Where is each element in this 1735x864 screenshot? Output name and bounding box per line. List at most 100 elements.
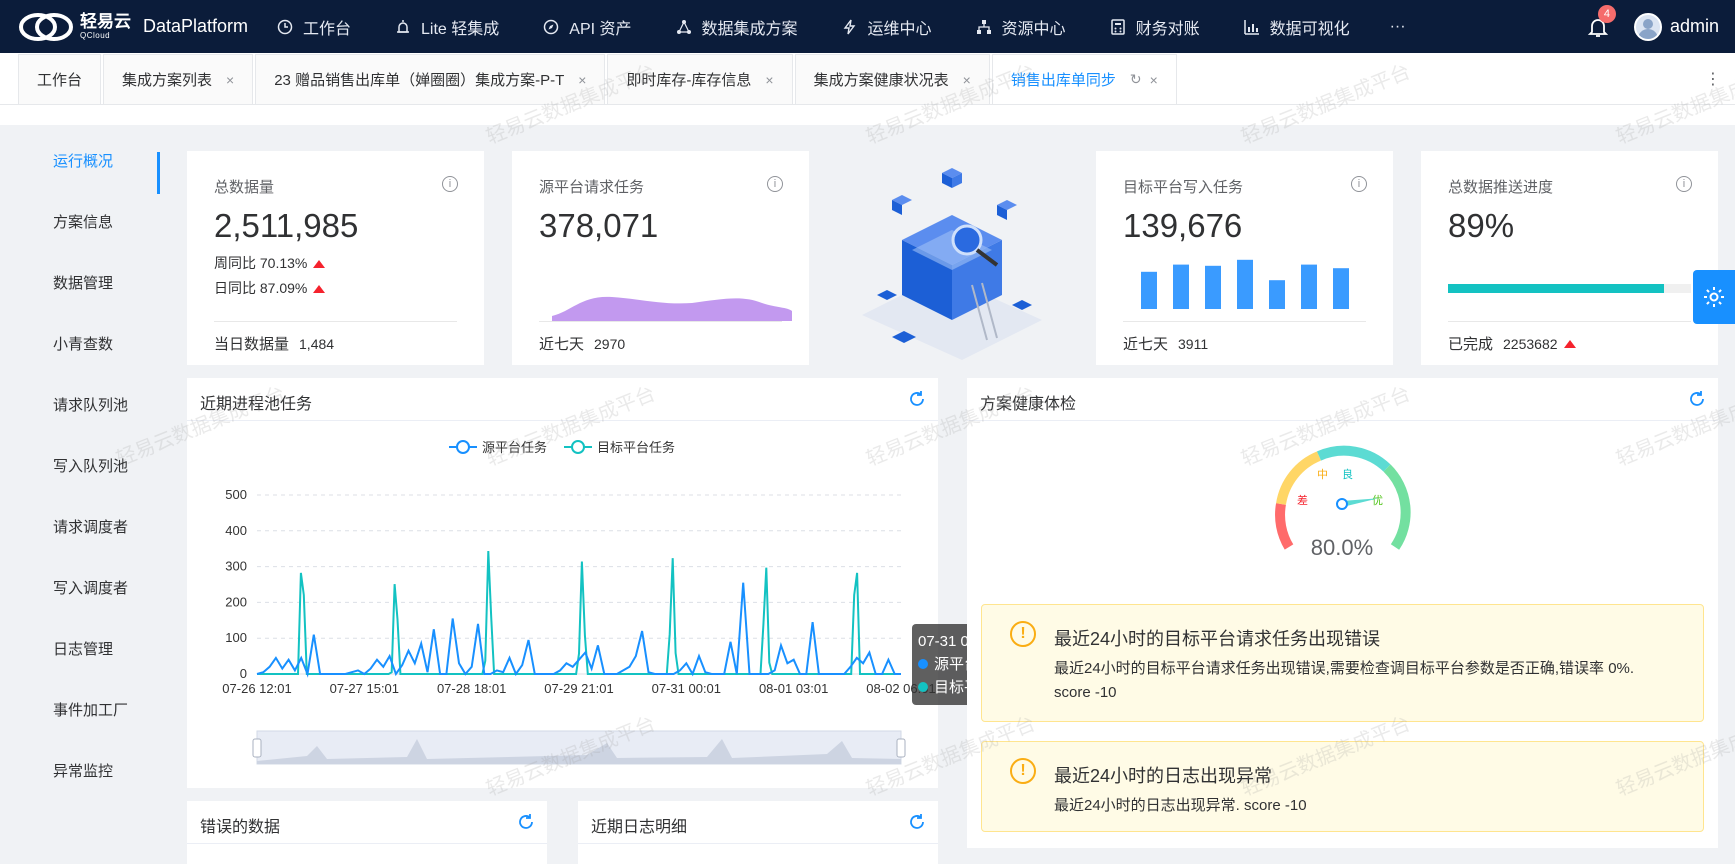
refresh-icon[interactable]: ↻ [1130,71,1142,88]
sidebar-item-request-scheduler[interactable]: 请求调度者 [0,496,165,557]
nav-label: 运维中心 [867,20,932,38]
sparkline-bar [1301,264,1317,309]
info-icon[interactable]: i [1676,176,1692,192]
nav-item-ops[interactable]: 运维中心 [820,0,954,53]
zoom-slider[interactable] [252,730,906,765]
stat-label: 总数据推送进度 [1448,179,1554,196]
sparkline-bar [1237,259,1253,309]
stat-value: 139,676 [1123,207,1243,244]
gauge-value: 80.0% [1311,535,1373,560]
nav-more-button[interactable]: ··· [1372,18,1424,36]
sidebar-item-event-factory[interactable]: 事件加工厂 [0,679,165,740]
tooltip-dot [918,682,928,692]
tab-gift-sales-solution[interactable]: 23 赠品销售出库单（婵圈圈）集成方案-P-T × [255,54,606,104]
tab-realtime-inventory[interactable]: 即时库存-库存信息 × [607,54,793,104]
stat-footer-label: 近七天 [1123,336,1169,353]
close-icon[interactable]: × [765,72,773,88]
tabs-bar-spacer [0,105,1735,125]
stat-footer: 已完成 2253682 [1448,321,1691,365]
stat-footer-value: 3911 [1178,335,1209,352]
alert-log-exception: ! 最近24小时的日志出现异常 最近24小时的日志出现异常. score -10 [981,741,1704,832]
y-tick-label: 200 [225,594,247,609]
up-arrow-icon [313,285,326,294]
refresh-icon[interactable] [908,813,926,831]
day-compare: 日同比 87.09% [214,278,326,298]
nav-item-lite[interactable]: Lite 轻集成 [373,0,521,53]
info-icon[interactable]: i [767,176,783,192]
sidebar-item-write-scheduler[interactable]: 写入调度者 [0,557,165,618]
sidebar-item-exception-monitor[interactable]: 异常监控 [0,740,165,801]
refresh-icon[interactable] [517,813,535,831]
slider-handle-right[interactable] [896,738,906,758]
nav-item-api[interactable]: API 资产 [521,0,653,53]
progress-track [1448,284,1691,293]
sparkline-bar [1205,265,1221,309]
task-line-chart: 源平台任务 目标平台任务 0 100 200 300 400 500 07-26 12:0… [222,440,936,765]
sidebar-item-solution-info[interactable]: 方案信息 [0,191,165,252]
brand-name: DataPlatform [143,16,249,36]
alert-description: 最近24小时的目标平台请求任务出现错误,需要检查调目标平台参数是否正确,错误率 … [1054,660,1635,677]
nav-label: 财务对账 [1135,20,1200,38]
sidebar-item-write-queue[interactable]: 写入队列池 [0,435,165,496]
clock-icon [277,19,293,35]
nav-label: API 资产 [569,20,632,38]
logo[interactable]: 轻易云 QCloud DataPlatform [0,8,255,46]
info-icon[interactable]: i [442,176,458,192]
logo-name: 轻易云 [80,12,131,31]
sidebar-item-data-management[interactable]: 数据管理 [0,252,165,313]
slider-handle-left[interactable] [252,738,262,758]
target-bar-sparkline [1141,259,1349,309]
info-icon[interactable]: i [1351,176,1367,192]
settings-float-button[interactable] [1693,270,1735,324]
nav-item-integration[interactable]: 数据集成方案 [654,0,820,53]
avatar[interactable] [1633,12,1662,41]
close-icon[interactable]: × [1150,72,1158,88]
gauge-zone-good: 良 [1342,467,1353,481]
sidebar-item-log-management[interactable]: 日志管理 [0,618,165,679]
main-nav: 工作台 Lite 轻集成 API 资产 数据集成方案 运维中心 资源中心 财务对… [255,0,1424,53]
stat-footer: 当日数据量 1,484 [214,321,457,365]
notification-button[interactable]: 4 [1586,4,1616,39]
sidebar-item-data-query[interactable]: 小青查数 [0,313,165,374]
source-area-sparkline [552,296,792,321]
refresh-icon[interactable] [908,390,926,408]
tab-label: 工作台 [37,72,83,89]
nav-item-finance[interactable]: 财务对账 [1088,0,1222,53]
close-icon[interactable]: × [963,72,971,88]
sidebar-menu: 运行概况 方案信息 数据管理 小青查数 请求队列池 写入队列池 请求调度者 写入… [0,130,165,801]
lightning-icon [842,19,858,35]
stat-value: 2,511,985 [214,207,359,244]
panel-title: 近期日志明细 [591,819,688,836]
nav-item-visualization[interactable]: 数据可视化 [1222,0,1372,53]
refresh-icon[interactable] [1688,390,1706,408]
warning-icon: ! [1010,621,1036,647]
stat-value: 378,071 [539,207,659,244]
tab-workbench[interactable]: 工作台 [18,54,102,104]
sparkline-bar [1141,271,1157,309]
stat-card-progress: 总数据推送进度 i 89% 已完成 2253682 [1421,151,1718,365]
nav-item-resources[interactable]: 资源中心 [954,0,1088,53]
panel-divider [187,843,547,844]
tab-solution-health[interactable]: 集成方案健康状况表 × [794,54,990,104]
day-compare-text: 日同比 87.09% [214,280,308,296]
nav-label: 数据可视化 [1269,20,1350,38]
alert-target-request-error: ! 最近24小时的目标平台请求任务出现错误 最近24小时的目标平台请求任务出现错… [981,604,1704,722]
tab-solution-list[interactable]: 集成方案列表 × [103,54,254,104]
warning-icon: ! [1010,758,1036,784]
close-icon[interactable]: × [578,72,586,88]
alarm-icon [395,19,411,35]
x-tick-label: 07-29 21:01 [544,681,613,696]
alert-description: 最近24小时的日志出现异常. score -10 [1054,797,1307,814]
sidebar-item-overview[interactable]: 运行概况 [0,130,165,194]
sparkline-bar [1269,280,1285,309]
tab-label: 23 赠品销售出库单（婵圈圈）集成方案-P-T [274,72,565,89]
nav-item-workbench[interactable]: 工作台 [255,0,373,53]
panel-divider [967,420,1718,421]
tab-sales-outbound-sync[interactable]: 销售出库单同步 ↻ × [991,54,1177,104]
sparkline-bar [1173,264,1189,309]
close-icon[interactable]: × [226,72,234,88]
data-cube-illustration [852,155,1052,365]
sidebar-item-request-queue[interactable]: 请求队列池 [0,374,165,435]
username[interactable]: admin [1670,16,1719,37]
tabs-more-button[interactable]: ⋮ [1705,69,1721,89]
